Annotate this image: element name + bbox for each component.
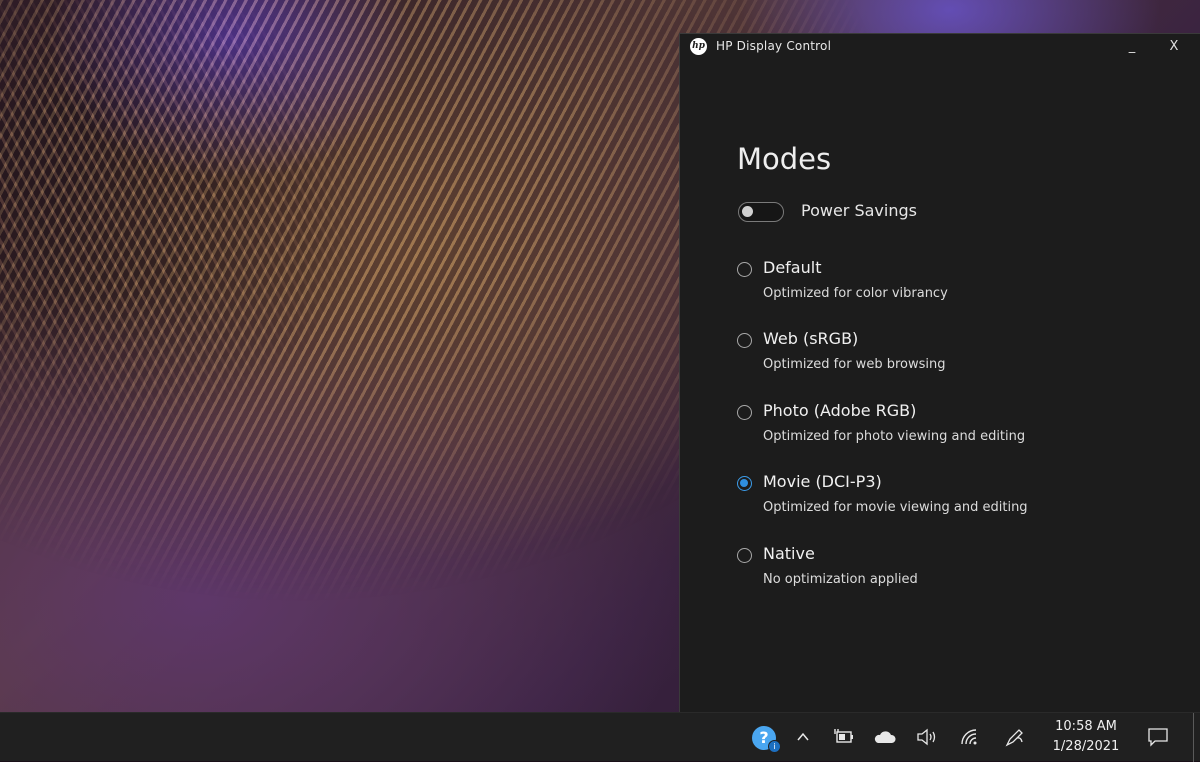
mode-title: Web (sRGB) <box>763 329 859 348</box>
system-clock[interactable]: 10:58 AM 1/28/2021 <box>1040 717 1132 757</box>
mode-title: Native <box>763 544 815 563</box>
mode-description: Optimized for color vibrancy <box>763 286 948 301</box>
taskbar: ? i 10:58 AM 1/28/2021 <box>0 712 1200 762</box>
clock-date: 1/28/2021 <box>1052 739 1120 754</box>
notifications-icon[interactable] <box>1146 725 1170 749</box>
hp-logo-icon: hp <box>690 38 707 55</box>
close-button[interactable]: X <box>1154 34 1194 62</box>
mode-radio-native[interactable] <box>737 548 752 563</box>
mode-title: Photo (Adobe RGB) <box>763 401 917 420</box>
title-bar[interactable]: hp HP Display Control _ X <box>680 34 1200 62</box>
mode-radio-movie[interactable] <box>737 476 752 491</box>
window-title: HP Display Control <box>716 39 832 53</box>
hp-display-control-window: hp HP Display Control _ X Modes Power Sa… <box>679 33 1200 712</box>
mode-description: Optimized for photo viewing and editing <box>763 429 1026 444</box>
mode-description: Optimized for web browsing <box>763 357 946 372</box>
mode-option-movie[interactable]: Movie (DCI-P3) Optimized for movie viewi… <box>737 472 1167 522</box>
mode-option-default[interactable]: Default Optimized for color vibrancy <box>737 258 1167 308</box>
mode-option-native[interactable]: Native No optimization applied <box>737 544 1167 594</box>
mode-radio-web[interactable] <box>737 333 752 348</box>
clock-time: 10:58 AM <box>1055 719 1117 734</box>
mode-radio-default[interactable] <box>737 262 752 277</box>
mode-description: No optimization applied <box>763 572 918 587</box>
mode-option-photo[interactable]: Photo (Adobe RGB) Optimized for photo vi… <box>737 401 1167 451</box>
volume-icon[interactable] <box>915 725 939 749</box>
cloud-icon[interactable] <box>873 725 897 749</box>
toggle-knob <box>742 206 753 217</box>
mode-option-web[interactable]: Web (sRGB) Optimized for web browsing <box>737 329 1167 379</box>
mode-description: Optimized for movie viewing and editing <box>763 500 1028 515</box>
page-title: Modes <box>737 142 832 176</box>
power-savings-toggle[interactable] <box>738 202 784 222</box>
mode-title: Default <box>763 258 822 277</box>
battery-charging-icon[interactable] <box>833 725 857 749</box>
pen-icon[interactable] <box>1003 725 1027 749</box>
power-savings-label: Power Savings <box>801 201 917 220</box>
mode-title: Movie (DCI-P3) <box>763 472 882 491</box>
wifi-icon[interactable] <box>958 725 982 749</box>
mode-radio-photo[interactable] <box>737 405 752 420</box>
minimize-button[interactable]: _ <box>1112 34 1152 62</box>
show-desktop-button[interactable] <box>1193 713 1200 762</box>
info-badge-icon: i <box>768 740 781 753</box>
chevron-up-icon[interactable] <box>791 725 815 749</box>
